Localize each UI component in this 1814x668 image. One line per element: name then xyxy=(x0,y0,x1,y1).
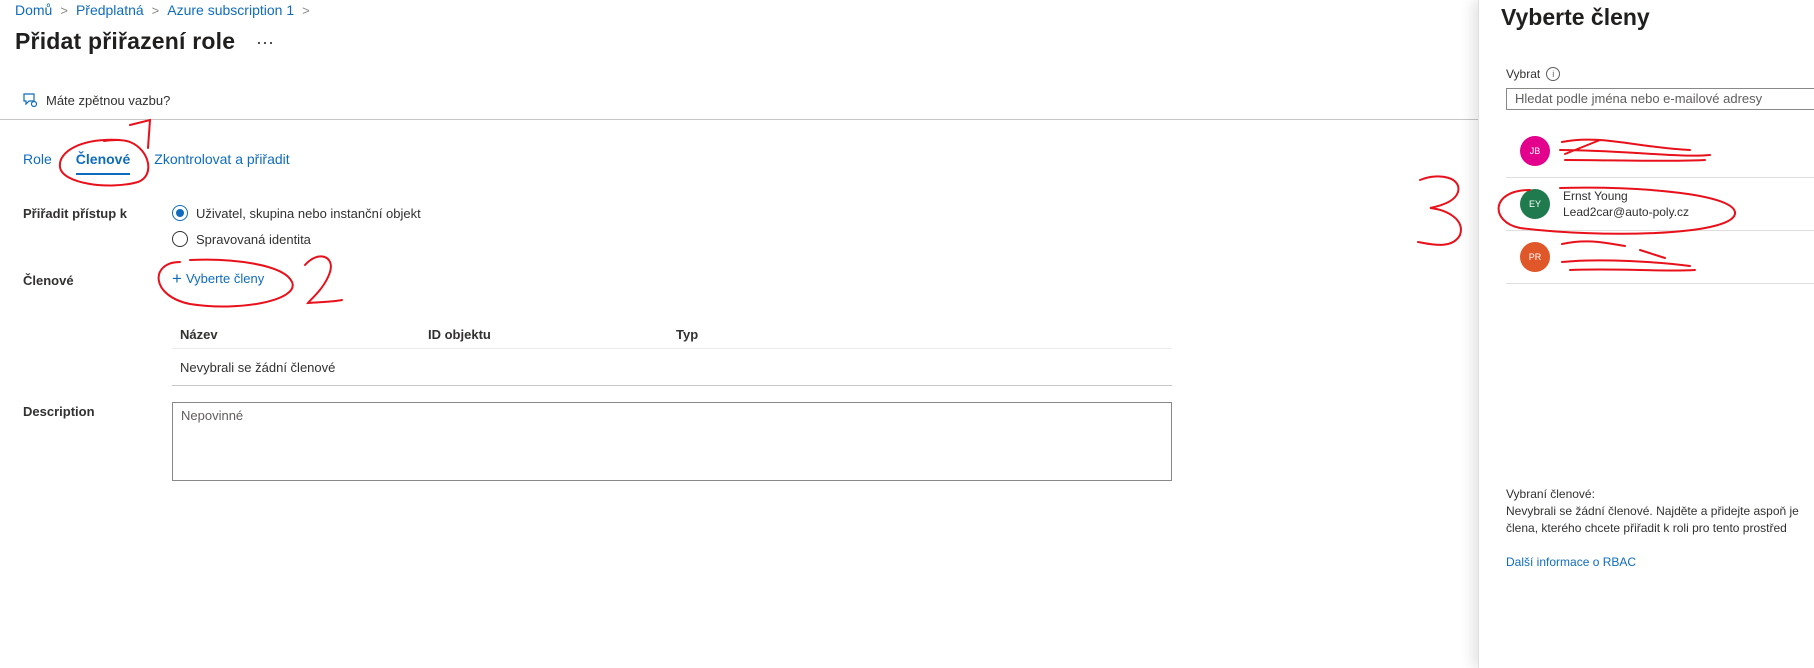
radio-managed-identity[interactable]: Spravovaná identita xyxy=(172,231,311,247)
feedback-link[interactable]: Máte zpětnou vazbu? xyxy=(22,92,170,108)
avatar: PR xyxy=(1520,242,1550,272)
select-members-panel: Vyberte členy Vybrat i Hledat podle jmén… xyxy=(1478,0,1814,668)
select-members-label: Vyberte členy xyxy=(185,271,265,286)
selected-text-line: člena, kterého chcete přiřadit k roli pr… xyxy=(1506,521,1787,535)
avatar: EY xyxy=(1520,189,1550,219)
more-options-button[interactable]: ··· xyxy=(256,32,274,53)
plus-icon: + xyxy=(172,269,182,288)
selected-text-line: Nevybrali se žádní členové. Najděte a př… xyxy=(1506,504,1799,518)
member-name: Ernst Young xyxy=(1563,189,1628,203)
breadcrumb-subscription[interactable]: Azure subscription 1 xyxy=(167,2,294,18)
select-field-label: Vybrat i xyxy=(1506,67,1561,81)
member-list-item[interactable]: PR xyxy=(1506,231,1814,284)
feedback-icon xyxy=(23,93,38,108)
column-object-id: ID objektu xyxy=(428,326,491,342)
annotation-number-1 xyxy=(129,118,152,149)
radio-button[interactable] xyxy=(172,231,188,247)
header-divider xyxy=(0,119,1478,120)
member-search-input[interactable]: Hledat podle jména nebo e-mailové adresy xyxy=(1506,88,1814,110)
radio-button-checked[interactable] xyxy=(172,205,188,221)
description-textarea[interactable]: Nepovinné xyxy=(172,402,1172,481)
chevron-right-icon: > xyxy=(302,2,310,18)
breadcrumb: Domů > Předplatná > Azure subscription 1… xyxy=(15,2,318,18)
member-email: Lead2car@auto-poly.cz xyxy=(1563,205,1690,219)
radio-label: Spravovaná identita xyxy=(196,231,311,247)
rbac-info-link[interactable]: Další informace o RBAC xyxy=(1506,555,1636,569)
table-empty-row: Nevybrali se žádní členové xyxy=(172,349,1172,386)
tab-members[interactable]: Členové xyxy=(75,151,131,175)
radio-label: Uživatel, skupina nebo instanční objekt xyxy=(196,205,421,221)
tab-review-assign[interactable]: Zkontrolovat a přiřadit xyxy=(154,151,289,173)
page-title: Přidat přiřazení role xyxy=(15,28,236,54)
panel-title: Vyberte členy xyxy=(1501,4,1650,30)
annotation-number-2 xyxy=(304,255,343,305)
selected-members-text: Nevybrali se žádní členové. Najděte a př… xyxy=(1506,503,1814,537)
tab-role[interactable]: Role xyxy=(23,151,52,173)
members-label: Členové xyxy=(23,273,74,288)
chevron-right-icon: > xyxy=(60,2,68,18)
avatar: JB xyxy=(1520,136,1550,166)
selected-members-label: Vybraní členové: xyxy=(1506,487,1595,501)
description-label: Description xyxy=(23,404,95,419)
feedback-label: Máte zpětnou vazbu? xyxy=(46,92,171,108)
member-info: Ernst Young Lead2car@auto-poly.cz xyxy=(1563,189,1689,219)
tab-bar: Role Členové Zkontrolovat a přiřadit xyxy=(23,151,314,175)
column-name: Název xyxy=(180,326,218,342)
column-type: Typ xyxy=(676,326,699,342)
chevron-right-icon: > xyxy=(151,2,160,18)
breadcrumb-subscriptions[interactable]: Předplatná xyxy=(76,2,144,18)
breadcrumb-home[interactable]: Domů xyxy=(15,2,52,18)
assign-access-label: Přiřadit přístup k xyxy=(23,206,128,221)
empty-text: Nevybrali se žádní členové xyxy=(180,359,336,375)
table-header: Název ID objektu Typ xyxy=(172,320,1172,349)
annotation-number-3 xyxy=(1417,175,1462,246)
members-table: Název ID objektu Typ Nevybrali se žádní … xyxy=(172,320,1172,386)
member-list-item[interactable]: JB xyxy=(1506,125,1814,178)
info-icon[interactable]: i xyxy=(1546,67,1561,81)
member-list-item[interactable]: EY Ernst Young Lead2car@auto-poly.cz xyxy=(1506,178,1814,231)
select-label: Vybrat xyxy=(1506,67,1541,81)
radio-user-group-sp[interactable]: Uživatel, skupina nebo instanční objekt xyxy=(172,205,421,221)
select-members-button[interactable]: + Vyberte členy xyxy=(172,269,265,288)
